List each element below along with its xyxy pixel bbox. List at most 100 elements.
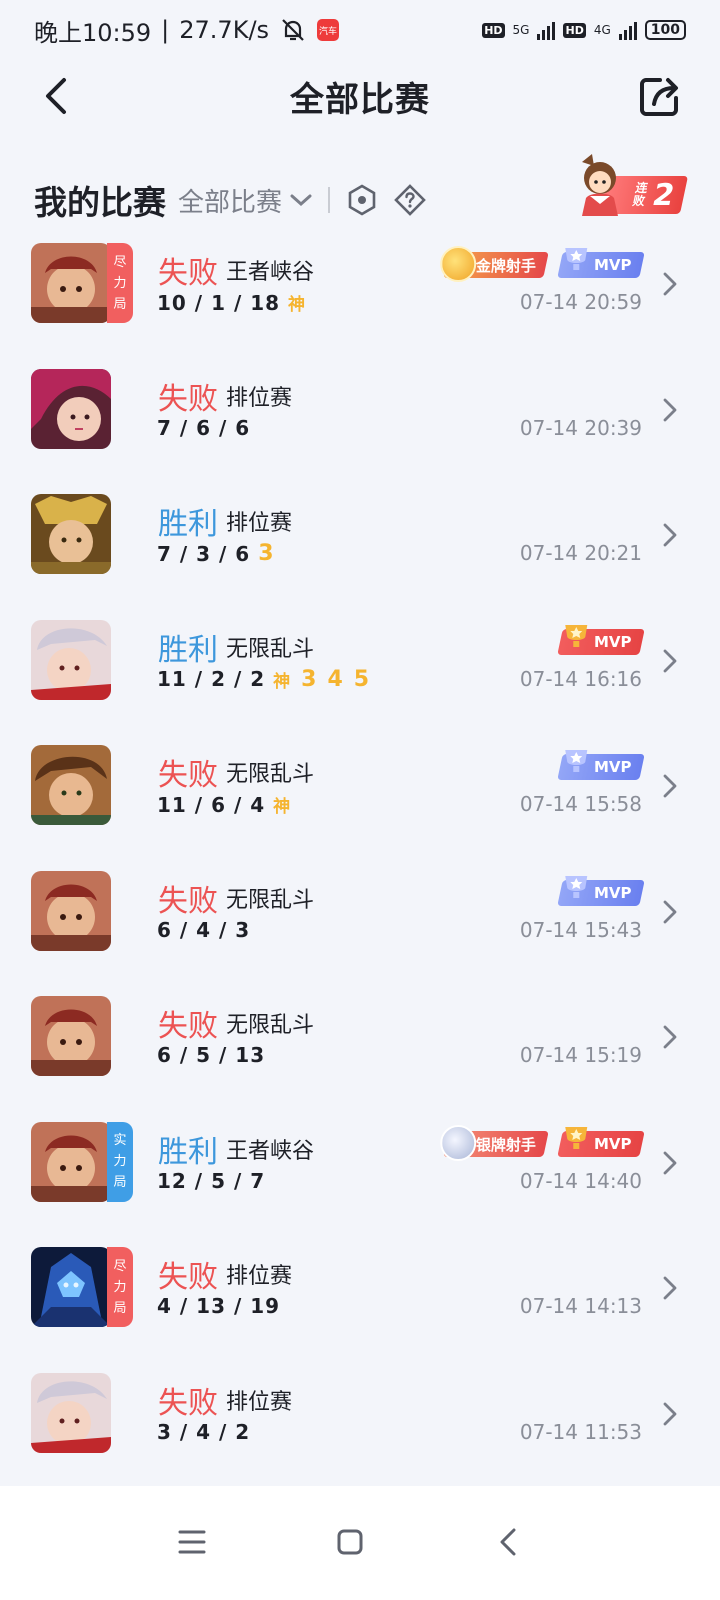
match-result: 失败: [158, 256, 218, 291]
match-time: 07-14 16:16: [519, 666, 642, 691]
mvp-badge: MVP: [557, 1126, 645, 1157]
app-notification-icon: 汽车: [317, 19, 340, 41]
match-result: 失败: [158, 381, 218, 417]
signal-icon: [537, 20, 556, 40]
match-time: 07-14 15:43: [519, 917, 642, 942]
chevron-down-icon: [290, 194, 312, 207]
chevron-right-icon: [663, 900, 677, 923]
hero-avatar: [31, 1121, 111, 1202]
match-row[interactable]: 实力局 胜利 王者峡谷 12 / 5 / 7 银牌射手 MVP 07-14 14…: [0, 1119, 720, 1245]
multikill-mark: 5: [353, 666, 371, 692]
kda: 7 / 6 / 6: [157, 415, 251, 440]
hexagon-settings-icon[interactable]: [346, 184, 378, 216]
match-mode: 无限乱斗: [226, 887, 315, 913]
status-bar: 晚上10:59 | 27.7K/s 汽车 HD 5G HD 4G 100: [0, 0, 720, 60]
hero-avatar: [31, 745, 111, 825]
mvp-badge: MVP: [557, 624, 645, 655]
match-result: 胜利: [158, 507, 218, 542]
filter-dropdown[interactable]: 全部比赛: [178, 182, 312, 219]
mvp-badge: MVP: [557, 248, 645, 278]
back-arrow-icon[interactable]: [40, 74, 80, 118]
match-time: 07-14 14:40: [519, 1168, 642, 1193]
kda: 6 / 4 / 3: [157, 917, 251, 942]
match-result: 失败: [158, 883, 218, 919]
match-result: 失败: [158, 1009, 218, 1044]
top-bar: 全部比赛: [0, 60, 720, 132]
chevron-right-icon: [663, 1402, 677, 1425]
strength-badge: 实力局: [107, 1121, 133, 1202]
status-speed: 27.7K/s: [179, 16, 270, 44]
match-mode: 无限乱斗: [226, 636, 315, 662]
net-5g: 5G: [512, 23, 530, 37]
match-row[interactable]: 胜利 排位赛 7 / 3 / 6 3 07-14 20:21: [0, 491, 720, 617]
bell-off-icon: [282, 19, 304, 41]
match-row[interactable]: 失败 排位赛 3 / 4 / 2 07-14 11:53: [0, 1370, 720, 1496]
match-row[interactable]: 失败 无限乱斗 6 / 4 / 3 MVP 07-14 15:43: [0, 868, 720, 994]
my-matches-title: 我的比赛: [34, 183, 166, 222]
match-time: 07-14 14:13: [519, 1294, 642, 1318]
kda: 11 / 6 / 4: [157, 792, 266, 817]
kda: 12 / 5 / 7: [157, 1168, 266, 1193]
match-time: 07-14 15:19: [519, 1043, 642, 1067]
mvp-badge: MVP: [557, 875, 645, 906]
status-time: 晚上10:59: [34, 18, 152, 47]
hd-icon: HD: [482, 22, 505, 38]
hero-avatar: [31, 870, 111, 951]
multikill-mark: 4: [327, 666, 344, 692]
hero-avatar: [31, 494, 111, 574]
hero-avatar: [31, 619, 111, 700]
net-4g: 4G: [593, 23, 611, 37]
menu-icon[interactable]: [172, 1522, 212, 1562]
match-mode: 王者峡谷: [226, 1138, 315, 1164]
match-mode: 无限乱斗: [226, 1013, 315, 1038]
page-title: 全部比赛: [290, 79, 430, 120]
effort-badge: 尽力局: [107, 1247, 133, 1327]
hero-avatar: [31, 1247, 111, 1327]
match-list: 尽力局 失败 王者峡谷 10 / 1 / 18 神 金牌射手 MVP 07-14…: [0, 240, 720, 1495]
god-mark: 神: [273, 671, 292, 692]
nav-back-icon[interactable]: [490, 1522, 530, 1562]
multikill-mark: 3: [301, 666, 318, 692]
mvp-badge: MVP: [557, 750, 645, 780]
match-time: 07-14 20:21: [519, 541, 642, 565]
match-row[interactable]: 尽力局 失败 王者峡谷 10 / 1 / 18 神 金牌射手 MVP 07-14…: [0, 240, 720, 366]
god-mark: 神: [273, 797, 292, 817]
help-diamond-icon[interactable]: [394, 184, 426, 216]
chevron-right-icon: [663, 1151, 677, 1174]
losing-streak-badge: 连败 2: [572, 152, 689, 224]
kda: 10 / 1 / 18: [157, 290, 281, 315]
match-time: 07-14 15:58: [519, 792, 642, 816]
match-time: 07-14 20:39: [519, 415, 642, 440]
match-mode: 王者峡谷: [226, 260, 315, 285]
match-row[interactable]: 失败 无限乱斗 6 / 5 / 13 07-14 15:19: [0, 993, 720, 1119]
kda: 3 / 4 / 2: [157, 1419, 251, 1444]
home-square-icon[interactable]: [330, 1522, 370, 1562]
match-row[interactable]: 尽力局 失败 排位赛 4 / 13 / 19 07-14 14:13: [0, 1244, 720, 1370]
match-row[interactable]: 失败 无限乱斗 11 / 6 / 4 神 MVP 07-14 15:58: [0, 742, 720, 868]
chevron-right-icon: [663, 774, 677, 798]
match-mode: 排位赛: [226, 1389, 293, 1415]
god-mark: 神: [288, 295, 307, 315]
kda: 7 / 3 / 6: [157, 541, 251, 566]
hero-avatar: [31, 368, 111, 449]
kda: 4 / 13 / 19: [157, 1294, 281, 1318]
chevron-right-icon: [663, 398, 677, 421]
share-icon[interactable]: [638, 74, 682, 118]
chevron-right-icon: [663, 523, 677, 547]
silver-shooter-badge: 银牌射手: [440, 1124, 550, 1161]
hero-avatar: [31, 243, 111, 323]
hero-avatar: [31, 996, 111, 1076]
filter-label: 全部比赛: [178, 187, 283, 218]
mascot-girl-icon: [582, 154, 618, 216]
match-row[interactable]: 失败 排位赛 7 / 6 / 6 07-14 20:39: [0, 366, 720, 492]
match-result: 胜利: [158, 1134, 218, 1170]
system-nav-bar: [0, 1486, 720, 1600]
hd-icon-2: HD: [563, 22, 586, 38]
kda: 11 / 2 / 2: [157, 667, 266, 691]
divider: [328, 187, 331, 213]
match-row[interactable]: 胜利 无限乱斗 11 / 2 / 2 神 3 4 5 MVP 07-14 16:…: [0, 617, 720, 743]
match-mode: 排位赛: [226, 385, 293, 411]
multikill-mark: 3: [258, 541, 275, 566]
chevron-right-icon: [663, 1025, 677, 1049]
chevron-right-icon: [663, 649, 677, 672]
